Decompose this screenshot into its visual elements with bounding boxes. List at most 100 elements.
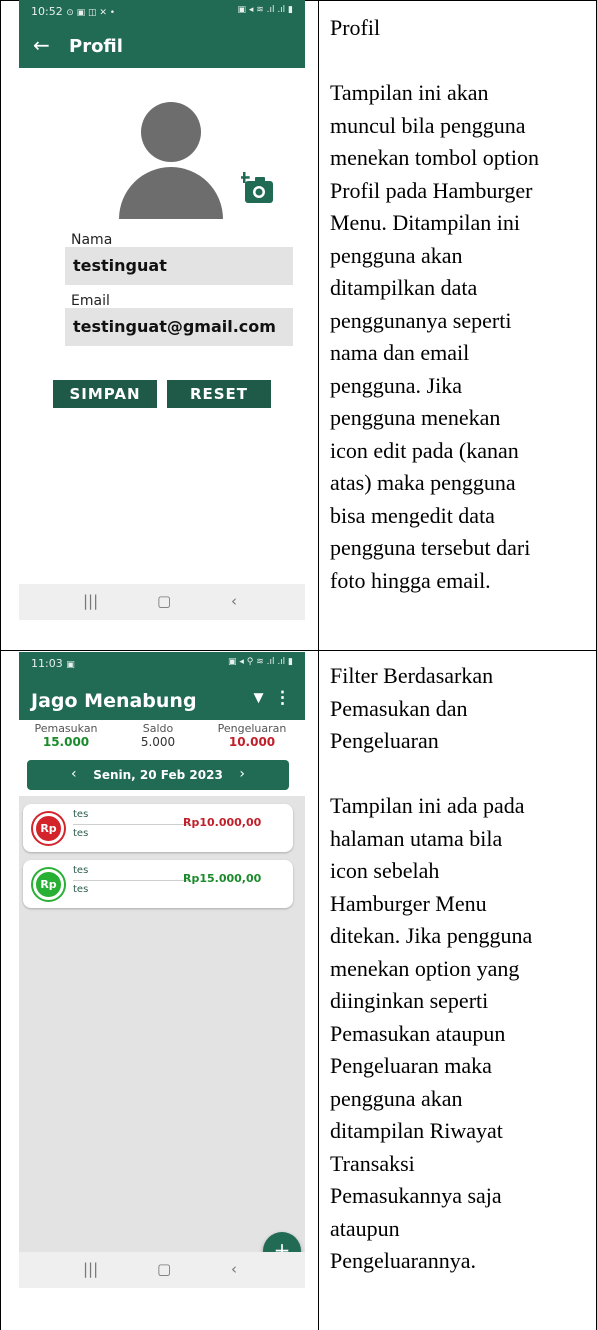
back-arrow-icon[interactable]: ←: [33, 33, 50, 57]
balance-label: Saldo: [142, 722, 174, 735]
status-bar: 11:03 ▣ ▣ ◂ ⚲ ≋ .ıl .ıl ▮: [19, 652, 305, 676]
description-line: Transaksi: [330, 1150, 415, 1176]
avatar-icon-head: [141, 102, 201, 162]
table-column-divider: [318, 0, 319, 1330]
description-line: icon edit pada (kanan: [330, 437, 519, 463]
transaction-list: Rp tes tes Rp10.000,00 Rp tes tes Rp15.0…: [19, 796, 305, 1252]
description-line: penggunanya seperti: [330, 307, 512, 333]
description-line: Menu. Ditampilan ini: [330, 210, 521, 235]
description-line: bisa mengedit data: [330, 502, 495, 528]
description-line: Pemasukannya saja: [330, 1183, 502, 1208]
description-line: Pemasukan ataupun: [330, 1020, 506, 1046]
description-line: nama dan email: [330, 340, 470, 365]
profile-description: Profil Tampilan ini akan muncul bila pen…: [330, 12, 590, 597]
status-bar: 10:52 ⊙ ▣ ◫ ✕ • ▣ ◂ ≋ .ıl .ıl ▮: [19, 0, 305, 24]
description-line: pengguna menekan: [330, 405, 501, 430]
transaction-card[interactable]: Rp tes tes Rp10.000,00: [23, 804, 293, 852]
avatar-icon-body: [119, 167, 223, 219]
description-line: halaman utama bila: [330, 825, 503, 851]
description-line: atas) maka pengguna: [330, 470, 516, 495]
income-label: Pemasukan: [34, 722, 98, 735]
description-line: Pengeluaran maka: [330, 1053, 492, 1078]
recent-apps-icon[interactable]: |||: [83, 1260, 98, 1278]
save-button[interactable]: SIMPAN: [53, 380, 157, 408]
expense-value: 10.000: [228, 735, 276, 749]
add-photo-camera-icon[interactable]: [241, 172, 275, 204]
transaction-title: tes: [73, 809, 89, 820]
transaction-note: tes: [73, 828, 89, 839]
name-label: Nama: [71, 232, 113, 248]
description-line: Pengeluaran: [330, 728, 439, 753]
transaction-amount: Rp15.000,00: [183, 872, 262, 885]
status-signal-icons: ▣ ◂ ⚲ ≋ .ıl .ıl ▮: [228, 657, 293, 667]
balance-value: 5.000: [140, 735, 176, 749]
back-nav-icon[interactable]: ‹: [231, 592, 237, 610]
description-line: Profil: [330, 15, 381, 40]
date-selector: ‹ Senin, 20 Feb 2023 ›: [27, 760, 289, 790]
name-field[interactable]: testinguat: [65, 247, 293, 285]
description-line: Profil pada Hamburger: [330, 177, 533, 203]
card-divider: [73, 824, 188, 825]
card-divider: [73, 880, 188, 881]
description-spacer: [330, 45, 590, 78]
description-line: ditekan. Jika pengguna: [330, 923, 533, 948]
description-line: ditampilkan data: [330, 275, 478, 300]
description-spacer: [330, 758, 590, 791]
description-line: Filter Berdasarkan: [330, 663, 494, 688]
description-line: muncul bila pengguna: [330, 112, 526, 138]
transaction-title: tes: [73, 865, 89, 876]
transaction-note: tes: [73, 884, 89, 895]
balance-summary: Saldo 5.000: [113, 722, 203, 749]
android-nav-bar: ||| ▢ ‹: [19, 1252, 305, 1288]
status-time: 11:03: [31, 657, 63, 670]
description-line: icon sebelah: [330, 858, 440, 883]
profile-screenshot: 10:52 ⊙ ▣ ◫ ✕ • ▣ ◂ ≋ .ıl .ıl ▮ ← Profil…: [19, 0, 305, 640]
home-screenshot: 11:03 ▣ ▣ ◂ ⚲ ≋ .ıl .ıl ▮ Jago Menabung …: [19, 652, 305, 1288]
current-date: Senin, 20 Feb 2023: [93, 768, 223, 782]
expense-label: Pengeluaran: [217, 722, 287, 735]
description-line: Hamburger Menu: [330, 890, 487, 916]
description-line: Pengeluarannya.: [330, 1248, 476, 1273]
description-line: Tampilan ini ada pada: [330, 793, 525, 818]
description-line: pengguna akan: [330, 1085, 463, 1111]
home-icon[interactable]: ▢: [157, 1260, 171, 1278]
description-line: ditampilan Riwayat: [330, 1118, 503, 1143]
filter-icon[interactable]: ▼: [250, 688, 267, 708]
income-value: 15.000: [42, 735, 90, 749]
rupiah-badge-icon: Rp: [33, 813, 64, 844]
transaction-card[interactable]: Rp tes tes Rp15.000,00: [23, 860, 293, 908]
reset-button[interactable]: RESET: [167, 380, 271, 408]
status-notification-icons: ▣: [66, 660, 75, 670]
home-app-bar: 11:03 ▣ ▣ ◂ ⚲ ≋ .ıl .ıl ▮ Jago Menabung …: [19, 652, 305, 720]
back-nav-icon[interactable]: ‹: [231, 1260, 237, 1278]
description-line: ataupun: [330, 1215, 400, 1241]
transaction-amount: Rp10.000,00: [183, 816, 262, 829]
expense-summary: Pengeluaran 10.000: [207, 722, 297, 749]
filter-description: Filter Berdasarkan Pemasukan dan Pengelu…: [330, 660, 590, 1278]
description-line: pengguna tersebut dari: [330, 535, 531, 560]
description-line: Pemasukan dan: [330, 695, 468, 721]
description-line: pengguna akan: [330, 242, 463, 268]
description-line: menekan tombol option: [330, 145, 539, 170]
email-label: Email: [71, 293, 110, 309]
description-line: Tampilan ini akan: [330, 80, 489, 105]
profile-app-bar: 10:52 ⊙ ▣ ◫ ✕ • ▣ ◂ ≋ .ıl .ıl ▮ ← Profil: [19, 0, 305, 68]
next-date-icon[interactable]: ›: [239, 766, 245, 782]
income-summary: Pemasukan 15.000: [21, 722, 111, 749]
description-line: diinginkan seperti: [330, 988, 489, 1013]
description-line: foto hingga email.: [330, 567, 491, 593]
table-row-divider: [0, 650, 597, 651]
recent-apps-icon[interactable]: |||: [83, 592, 98, 610]
more-options-icon[interactable]: ⋮: [274, 688, 291, 708]
description-line: pengguna. Jika: [330, 372, 462, 398]
table-border-left: [0, 0, 1, 1330]
status-signal-icons: ▣ ◂ ≋ .ıl .ıl ▮: [237, 5, 293, 15]
status-notification-icons: ⊙ ▣ ◫ ✕ •: [66, 8, 116, 18]
status-time: 10:52: [31, 5, 63, 18]
description-line: menekan option yang: [330, 955, 520, 981]
app-title: Jago Menabung: [31, 690, 197, 712]
home-icon[interactable]: ▢: [157, 592, 171, 610]
rupiah-badge-icon: Rp: [33, 869, 64, 900]
email-field[interactable]: testinguat@gmail.com: [65, 308, 293, 346]
page-title: Profil: [69, 36, 123, 57]
